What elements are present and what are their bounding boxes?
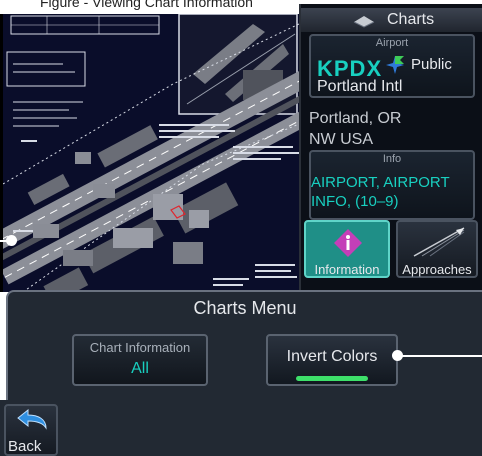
invert-colors-button[interactable]: Invert Colors [266,334,398,386]
information-button[interactable]: Information [304,220,390,278]
airport-location: Portland, OR NW USA [309,108,401,150]
approaches-button[interactable]: Approaches [396,220,478,278]
back-label: Back [8,438,42,455]
charts-book-icon [353,16,375,28]
info-value-line2: INFO, (10–9) [311,193,399,210]
airport-chart-view[interactable] [0,14,299,292]
invert-colors-label: Invert Colors [286,348,378,365]
info-tile-header: Info [382,153,402,165]
chart-information-button[interactable]: Chart Information All [72,334,208,386]
panel-title: Charts [387,11,435,28]
airport-name: Portland Intl [317,78,403,95]
public-airport-icon [386,56,404,74]
charts-menu-title: Charts Menu [193,298,297,318]
back-button[interactable]: Back [4,404,58,456]
airport-tile-header: Airport [375,37,409,49]
info-value: AIRPORT, AIRPORT INFO, (10–9) [311,173,450,211]
info-tile[interactable]: Info AIRPORT, AIRPORT INFO, (10–9) [309,150,475,220]
figure-caption: Figure - Viewing Chart Information [40,0,253,10]
invert-colors-indicator [296,376,368,381]
airport-region: NW USA [309,131,373,148]
airport-city: Portland, OR [309,110,402,127]
information-icon [334,229,362,257]
bottom-bar: Back [0,400,482,456]
airport-tile[interactable]: Airport KPDX Public Portland Intl [309,34,475,98]
airport-diagram [3,14,299,292]
device-screen: Figure - Viewing Chart Information Chart… [0,0,482,456]
charts-menu-popup: Charts Menu Chart Information All Invert… [6,290,482,400]
right-callout-dot [392,350,403,361]
right-callout-line [400,355,482,357]
chart-information-label: Chart Information [89,340,191,355]
information-label: Information [314,262,380,277]
approach-path-icon [413,227,465,257]
left-callout-dot [6,235,17,246]
chart-information-value: All [131,360,149,377]
info-value-line1: AIRPORT, AIRPORT [311,174,450,191]
panel-header: Charts [301,8,482,32]
airport-ownership: Public [411,56,452,73]
approaches-label: Approaches [402,262,472,277]
back-arrow-icon [17,408,47,430]
